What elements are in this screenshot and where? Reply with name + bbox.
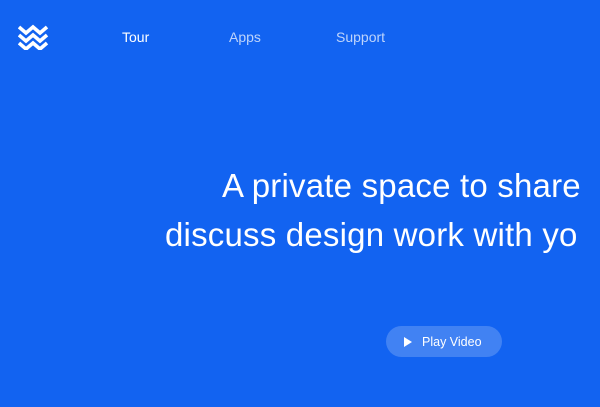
- hero-headline-line-2: discuss design work with yo: [165, 216, 578, 253]
- play-icon: [404, 336, 412, 347]
- hero-headline-line-1: A private space to share: [222, 167, 581, 204]
- play-video-button[interactable]: Play Video: [386, 326, 502, 357]
- hero-section: A private space to share discuss design …: [0, 0, 600, 407]
- play-video-label: Play Video: [422, 334, 482, 349]
